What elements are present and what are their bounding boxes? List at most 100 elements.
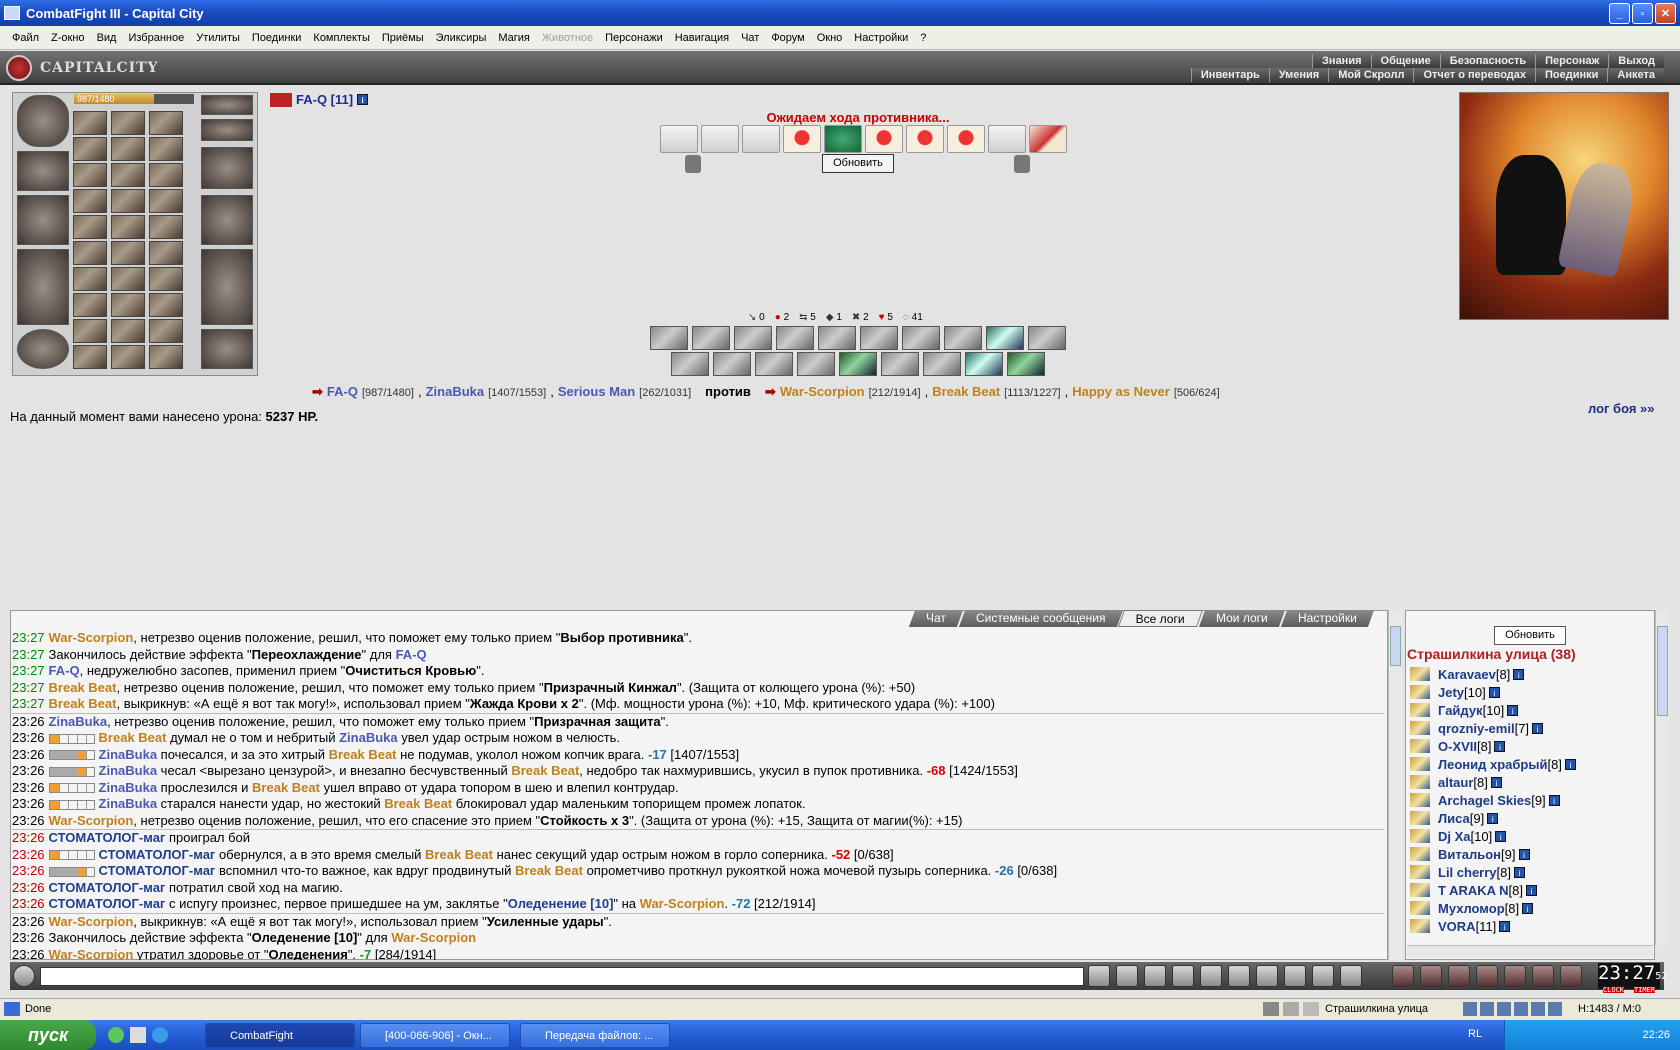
game-tool-icon[interactable]	[1392, 965, 1414, 987]
helmet-slot[interactable]	[17, 95, 69, 147]
rings-slot[interactable]	[201, 119, 253, 141]
log-player-name[interactable]: Break Beat	[329, 747, 397, 762]
menu-item[interactable]: Файл	[6, 32, 45, 44]
user-row[interactable]: Lil cherry [8] i	[1410, 863, 1640, 881]
skill-button[interactable]	[818, 326, 856, 350]
legs-slot[interactable]	[201, 249, 253, 325]
skill-button[interactable]	[1007, 352, 1045, 376]
sound-icon[interactable]	[1256, 965, 1278, 987]
chat-tab[interactable]: Чат	[908, 610, 963, 627]
info-icon[interactable]: i	[1507, 704, 1519, 716]
log-player-name[interactable]: Break Beat	[49, 696, 117, 711]
users-hscrollbar[interactable]	[1407, 945, 1653, 958]
user-name[interactable]: Гайдук	[1438, 703, 1483, 718]
skill-button[interactable]	[755, 352, 793, 376]
menu-item[interactable]: Окно	[811, 32, 849, 44]
inventory-cell[interactable]	[73, 293, 107, 317]
log-player-name[interactable]: ZinaBuka	[99, 796, 158, 811]
menu-item[interactable]: Избранное	[122, 32, 190, 44]
spell-scroll-slot[interactable]	[660, 125, 698, 153]
user-name[interactable]: Лиса	[1438, 811, 1470, 826]
game-tool-icon[interactable]	[1476, 965, 1498, 987]
user-row[interactable]: O-XVII [8] i	[1410, 737, 1640, 755]
status-tool-icon[interactable]	[1263, 1002, 1279, 1016]
info-icon[interactable]: i	[1518, 848, 1530, 860]
spell-scroll-slot[interactable]	[906, 125, 944, 153]
fighter-name[interactable]: FA-Q	[327, 384, 358, 399]
skill-button[interactable]	[944, 326, 982, 350]
user-name[interactable]: Lil cherry	[1438, 865, 1497, 880]
user-name[interactable]: Мухломор	[1438, 901, 1505, 916]
inventory-cell[interactable]	[73, 111, 107, 135]
inventory-cell[interactable]	[149, 189, 183, 213]
user-name[interactable]: Dj Xa	[1438, 829, 1471, 844]
skill-button[interactable]	[734, 326, 772, 350]
skill-button[interactable]	[923, 352, 961, 376]
top-tab[interactable]: Анкета	[1607, 68, 1664, 82]
spell-scroll-slot[interactable]	[742, 125, 780, 153]
menu-item[interactable]: Поединки	[246, 32, 308, 44]
inventory-cell[interactable]	[111, 319, 145, 343]
status-tool-icon[interactable]	[1303, 1002, 1319, 1016]
log-player-name[interactable]: ZinaBuka	[99, 747, 158, 762]
chat-tab[interactable]: Все логи	[1118, 610, 1204, 627]
language-indicator[interactable]: RL	[1468, 1028, 1482, 1040]
user-name[interactable]: Леонид храбрый	[1438, 757, 1547, 772]
user-name[interactable]: qrozniy-emil	[1438, 721, 1515, 736]
menu-item[interactable]: Магия	[492, 32, 536, 44]
user-name[interactable]: T ARAKA N	[1438, 883, 1509, 898]
user-name[interactable]: Karavaev	[1438, 667, 1496, 682]
battle-log-link[interactable]: лог боя »»	[1588, 401, 1655, 416]
top-tab[interactable]: Мой Скролл	[1328, 68, 1414, 82]
user-row[interactable]: VORA [11] i	[1410, 917, 1640, 935]
amulet-slot[interactable]	[201, 95, 253, 115]
inventory-cell[interactable]	[73, 215, 107, 239]
camera-icon[interactable]	[1312, 965, 1334, 987]
skill-button[interactable]	[881, 352, 919, 376]
chat-tab[interactable]: Мои логи	[1199, 610, 1286, 627]
info-icon[interactable]: i	[1488, 686, 1500, 698]
info-icon[interactable]: i	[1564, 758, 1576, 770]
users-scrollbar[interactable]	[1655, 610, 1669, 945]
info-icon[interactable]: i	[1532, 722, 1544, 734]
chat-tab[interactable]: Системные сообщения	[958, 610, 1123, 627]
inventory-cell[interactable]	[149, 241, 183, 265]
log-player-name[interactable]: СТОМАТОЛОГ-маг	[99, 847, 216, 862]
inventory-cell[interactable]	[149, 137, 183, 161]
weapon-left-slot[interactable]	[17, 195, 69, 245]
spell-scroll-slot[interactable]	[865, 125, 903, 153]
fighter-name[interactable]: Serious Man	[558, 384, 635, 399]
top-tab[interactable]: Безопасность	[1439, 54, 1536, 68]
user-row[interactable]: Dj Xa [10] i	[1410, 827, 1640, 845]
inventory-cell[interactable]	[111, 293, 145, 317]
log-player-name[interactable]: War-Scorpion	[640, 896, 725, 911]
log-player-name[interactable]: Break Beat	[515, 863, 583, 878]
armor-slot[interactable]	[17, 249, 69, 325]
taskbar-item-transfer[interactable]: Передача файлов: ...	[520, 1023, 670, 1048]
smile-icon[interactable]	[1284, 965, 1306, 987]
ie-icon[interactable]	[152, 1027, 168, 1043]
log-player-name[interactable]: ZinaBuka	[49, 714, 108, 729]
inventory-cell[interactable]	[111, 189, 145, 213]
top-tab[interactable]: Поединки	[1535, 68, 1608, 82]
log-player-name[interactable]: Break Beat	[252, 780, 320, 795]
skill-button[interactable]	[797, 352, 835, 376]
spell-scroll-slot[interactable]	[947, 125, 985, 153]
skill-button[interactable]	[650, 326, 688, 350]
user-name[interactable]: Archagel Skies	[1438, 793, 1531, 808]
user-name[interactable]: Jety	[1438, 685, 1464, 700]
skill-button[interactable]	[965, 352, 1003, 376]
inventory-cell[interactable]	[73, 163, 107, 187]
skill-button[interactable]	[902, 326, 940, 350]
status-tool-icon[interactable]	[1283, 1002, 1299, 1016]
save-icon[interactable]	[1172, 965, 1194, 987]
top-tab[interactable]: Знания	[1312, 54, 1371, 68]
user-name[interactable]: altaur	[1438, 775, 1473, 790]
info-icon[interactable]: i	[1499, 920, 1511, 932]
log-player-name[interactable]: СТОМАТОЛОГ-маг	[99, 863, 216, 878]
user-row[interactable]: Мухломор [8] i	[1410, 899, 1640, 917]
quicklaunch-icon[interactable]	[130, 1027, 146, 1043]
start-button[interactable]: пуск	[0, 1020, 96, 1050]
minimize-button[interactable]: _	[1609, 3, 1630, 24]
info-icon[interactable]: i	[1514, 866, 1525, 878]
